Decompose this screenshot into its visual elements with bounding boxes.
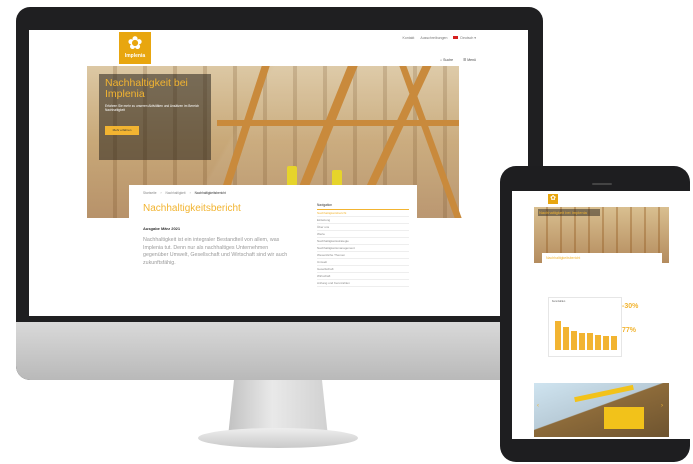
top-links: Kontakt Ausschreibungen Deutsch ▾ <box>403 36 476 40</box>
tablet-chart-bar <box>579 333 585 350</box>
side-navigation: Navigation Nachhaltigkeitsbericht Einlei… <box>317 203 409 287</box>
side-nav-item[interactable]: Wirtschaft <box>317 273 409 280</box>
article-subhead: Ausgabe März 2021 <box>143 226 181 231</box>
hero-overlay: Nachhaltigkeit bei Implenia Erfahren Sie… <box>99 74 211 160</box>
breadcrumb-current: Nachhaltigkeitsbericht <box>194 191 226 195</box>
tablet-chart-bar <box>611 336 617 350</box>
tablet-chart-bar <box>595 335 601 350</box>
tablet-chart-bar <box>563 327 569 350</box>
side-nav-item[interactable]: Einleitung <box>317 217 409 224</box>
side-nav-item[interactable]: Anhang und Kennzahlen <box>317 280 409 287</box>
side-nav-heading: Navigation <box>317 203 409 210</box>
timber-crossbeam <box>217 120 459 126</box>
side-nav-item[interactable]: Wesentliche Themen <box>317 252 409 259</box>
tablet-hero-title: Nachhaltigkeit bei Implenia <box>538 209 600 216</box>
tablet-speaker <box>592 183 612 185</box>
excavator-arm <box>574 384 634 403</box>
hero-title: Nachhaltigkeit bei Implenia <box>105 77 188 100</box>
tablet-chart-heading: Kennzahlen <box>552 300 566 303</box>
slider-next-icon[interactable]: › <box>661 403 663 409</box>
tablet-chart-bar <box>587 333 593 350</box>
article-card: Startseite › Nachhaltigkeit › Nachhaltigke… <box>129 185 417 316</box>
logo-text: Implenia <box>124 53 146 59</box>
tablet-chart-bar <box>555 321 561 350</box>
tablet-logo[interactable]: ✿ <box>548 194 558 204</box>
side-nav-item[interactable]: Nachhaltigkeitsbericht <box>317 210 409 217</box>
tablet-article-card: Nachhaltigkeitsbericht <box>542 253 662 297</box>
main-nav: ⌕ Suche ☰ Menü <box>440 58 476 62</box>
site-header: ✿ Implenia Kontakt Ausschreibungen Deuts… <box>29 30 528 64</box>
page-title: Nachhaltigkeitsbericht <box>143 203 241 214</box>
flower-icon: ✿ <box>127 33 143 53</box>
tablet-stat-value: 77% <box>622 327 637 334</box>
monitor-chin <box>16 322 543 380</box>
menu-button[interactable]: ☰ Menü <box>463 58 476 62</box>
breadcrumb-separator: › <box>189 191 191 195</box>
article-body: Nachhaltigkeit ist ein integraler Bestan… <box>143 237 288 266</box>
menu-label: Menü <box>467 58 476 62</box>
monitor-stand-base <box>198 428 358 448</box>
language-selector[interactable]: Deutsch ▾ <box>453 36 476 40</box>
top-link-tenders[interactable]: Ausschreibungen <box>420 36 447 40</box>
side-nav-item[interactable]: Über uns <box>317 224 409 231</box>
breadcrumb-separator: › <box>160 191 162 195</box>
desktop-screen: ✿ Implenia Kontakt Ausschreibungen Deuts… <box>29 30 528 316</box>
tablet-photo-slider: ‹ › <box>534 383 669 437</box>
breadcrumb: Startseite › Nachhaltigkeit › Nachhaltigke… <box>143 191 226 195</box>
side-nav-item[interactable]: Nachhaltigkeitsstrategie <box>317 238 409 245</box>
worker-figure <box>287 166 297 186</box>
slider-prev-icon[interactable]: ‹ <box>537 403 539 409</box>
search-button[interactable]: ⌕ Suche <box>440 58 453 62</box>
breadcrumb-section[interactable]: Nachhaltigkeit <box>166 191 186 195</box>
search-label: Suche <box>443 58 454 62</box>
side-nav-item[interactable]: Umwelt <box>317 259 409 266</box>
implenia-logo[interactable]: ✿ Implenia <box>119 32 151 64</box>
tablet-article-title: Nachhaltigkeitsbericht <box>546 256 581 260</box>
side-nav-item[interactable]: Gesellschaft <box>317 266 409 273</box>
side-nav-item[interactable]: Werte <box>317 231 409 238</box>
side-nav-item[interactable]: Nachhaltigkeitsmanagement <box>317 245 409 252</box>
tablet-chart-card: Kennzahlen <box>548 297 622 357</box>
language-label: Deutsch <box>460 36 474 40</box>
excavator-body <box>604 407 644 429</box>
tablet-screen: ✿ Nachhaltigkeit bei Implenia Nachhaltig… <box>512 191 692 439</box>
breadcrumb-home[interactable]: Startseite <box>143 191 156 195</box>
top-link-contact[interactable]: Kontakt <box>403 36 415 40</box>
hero-cta-button[interactable]: Mehr erfahren <box>105 126 139 135</box>
tablet-stat-value: -30% <box>622 303 639 310</box>
monitor-stand-neck <box>228 380 328 432</box>
tablet-chart-bar <box>571 331 577 350</box>
flag-icon <box>453 36 459 39</box>
hero-subtitle: Erfahren Sie mehr zu unseren Aktivitäten… <box>105 104 200 112</box>
tablet-stats: -30% 77% <box>620 297 660 355</box>
tablet-chart-bar <box>603 336 609 350</box>
